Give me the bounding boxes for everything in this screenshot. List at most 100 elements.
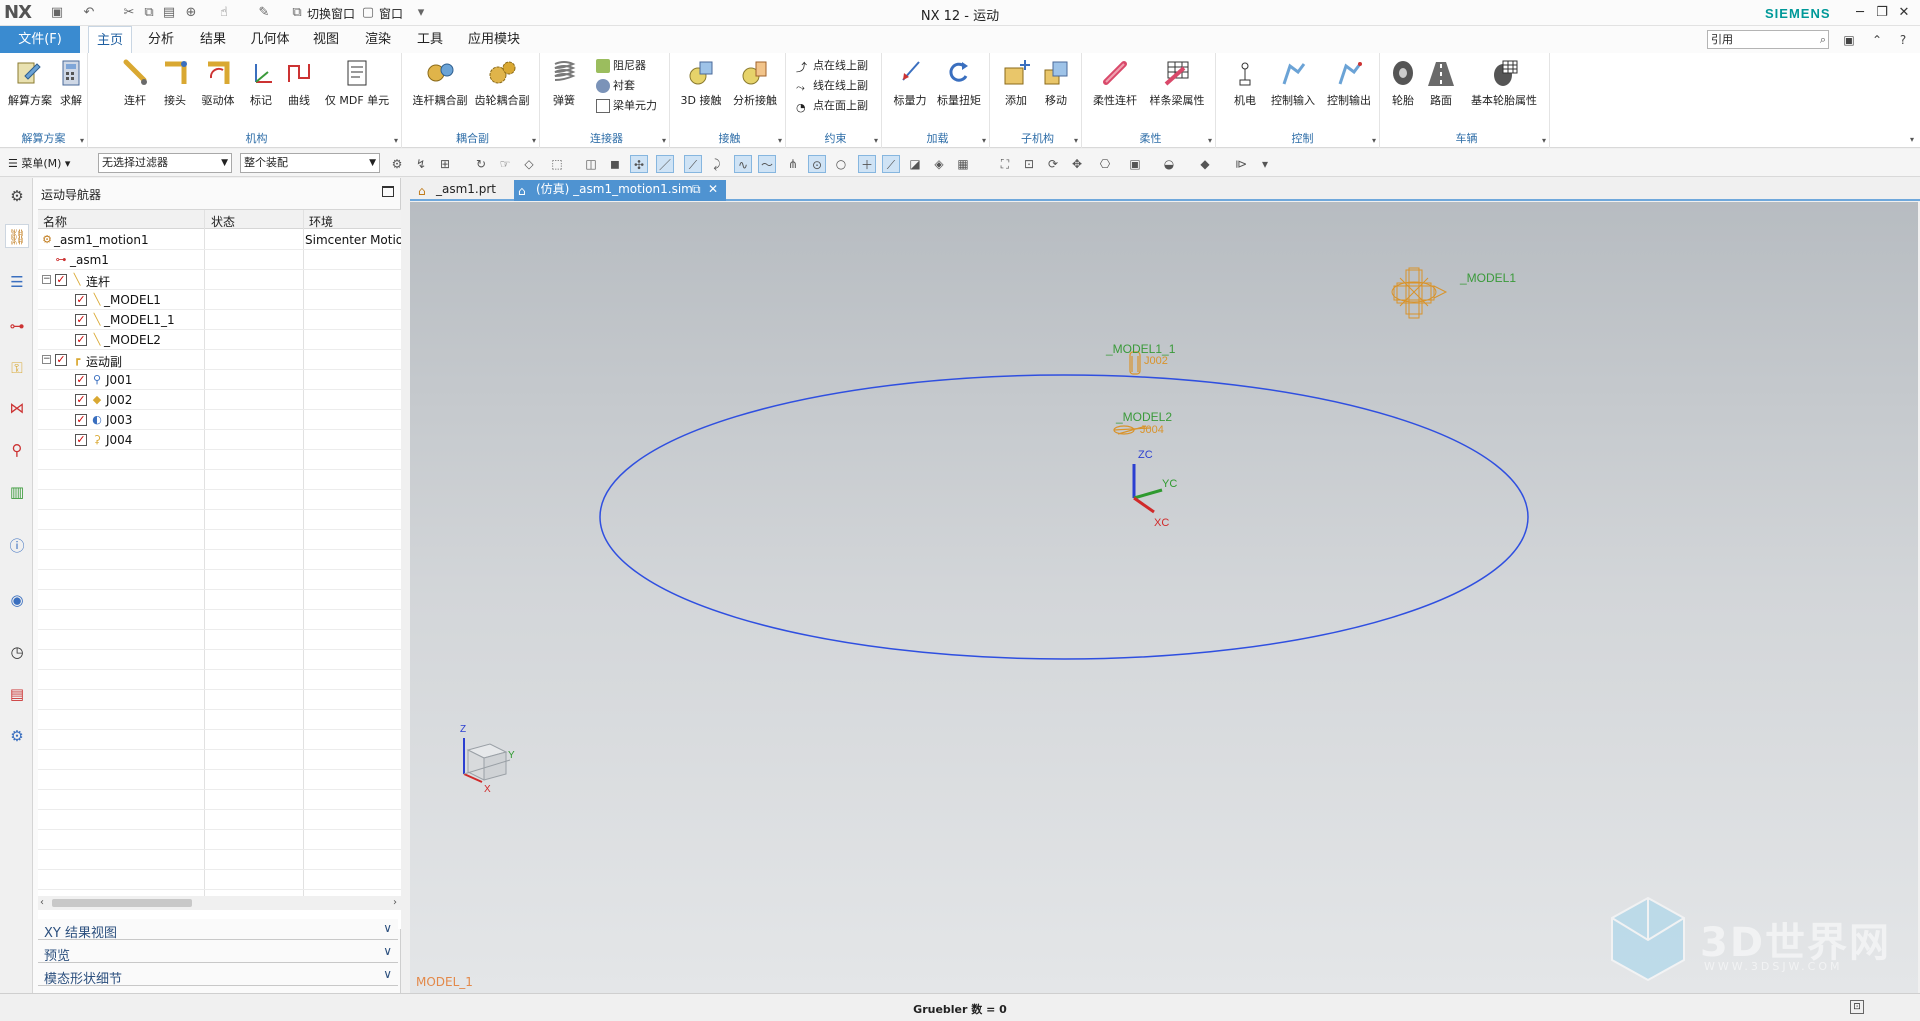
group-more-icon[interactable]: ▾: [778, 136, 782, 145]
lasso-select-icon[interactable]: ⬚: [548, 155, 566, 173]
part-navigator-icon[interactable]: ☰: [5, 270, 29, 294]
group-more-icon[interactable]: ▾: [874, 136, 878, 145]
curve-button[interactable]: 曲线: [284, 58, 314, 108]
collapse-icon[interactable]: −: [42, 275, 51, 284]
flexible-link-button[interactable]: 柔性连杆: [1090, 58, 1140, 108]
group-more-icon[interactable]: ▾: [394, 136, 398, 145]
link-button[interactable]: 连杆: [120, 58, 150, 108]
3d-contact-button[interactable]: 3D 接触: [678, 58, 724, 108]
window-icon[interactable]: ▢: [359, 4, 377, 22]
move-submechanism-button[interactable]: 移动: [1038, 58, 1074, 108]
view-cube-icon[interactable]: ◆: [1196, 155, 1214, 173]
point-on-surface-button[interactable]: ◔ 点在面上副: [796, 97, 868, 115]
table-row[interactable]: ⚙ _asm1_motion1 Simcenter Motion: [38, 230, 401, 250]
table-row[interactable]: − ✓ ╲ 连杆: [38, 270, 401, 290]
accordion-mode-shape[interactable]: 模态形状细节 ∨: [38, 965, 398, 987]
restore-button[interactable]: ❐: [1872, 3, 1892, 23]
mdf-element-button[interactable]: 仅 MDF 单元: [322, 58, 392, 108]
collapse-ribbon-icon[interactable]: ⌃: [1868, 31, 1886, 49]
tab-geometry[interactable]: 几何体: [244, 26, 296, 53]
constraint-navigator-icon[interactable]: ⚿: [5, 356, 29, 380]
show-hide-objects-icon[interactable]: ⧐: [1232, 155, 1250, 173]
snap-point-icon[interactable]: ✣: [630, 155, 648, 173]
bushing-button[interactable]: 衬套: [596, 77, 635, 95]
paste-icon[interactable]: ▤: [160, 4, 178, 22]
visibility-checkbox[interactable]: ✓: [75, 294, 87, 306]
control-input-button[interactable]: 控制输入: [1268, 58, 1318, 108]
visibility-checkbox[interactable]: ✓: [75, 434, 87, 446]
switch-window-button[interactable]: 切换窗口: [307, 5, 355, 22]
type-filter-select[interactable]: 无选择过滤器 ▼: [98, 153, 232, 173]
close-button[interactable]: ✕: [1894, 3, 1914, 23]
visibility-checkbox[interactable]: ✓: [75, 414, 87, 426]
solution-button[interactable]: 解算方案: [8, 58, 52, 108]
maximize-panel-icon[interactable]: [382, 186, 394, 197]
control-output-button[interactable]: 控制输出: [1324, 58, 1374, 108]
customize-quick-access-icon[interactable]: ▾: [412, 4, 430, 22]
table-row[interactable]: − ✓ ┏ 运动副: [38, 350, 401, 370]
palette-icon[interactable]: ▤: [5, 682, 29, 706]
role-icon[interactable]: ⚙: [5, 724, 29, 748]
driver-button[interactable]: 驱动体: [198, 58, 238, 108]
orient-view-icon[interactable]: ⎔: [1096, 155, 1114, 173]
damper-button[interactable]: 阻尼器: [596, 57, 646, 75]
horizontal-scrollbar[interactable]: ‹ ›: [38, 896, 401, 910]
table-row[interactable]: ✓ ⚳ J004: [38, 430, 401, 450]
point-on-curve-button[interactable]: ⤴ 点在线上副: [796, 57, 868, 75]
scalar-torque-button[interactable]: 标量扭矩: [934, 58, 984, 108]
group-more-icon[interactable]: ▾: [1372, 136, 1376, 145]
close-tab-icon[interactable]: ✕: [708, 180, 718, 199]
rectangle-select-icon[interactable]: ◇: [520, 155, 538, 173]
edit-section-icon[interactable]: ◒: [1160, 155, 1178, 173]
table-row[interactable]: ✓ ◆ J002: [38, 390, 401, 410]
history-clock-icon[interactable]: ◷: [5, 640, 29, 664]
scroll-left-icon[interactable]: ‹: [40, 896, 44, 910]
tab-results[interactable]: 结果: [192, 26, 234, 53]
show-hide-icon[interactable]: ⊞: [436, 155, 454, 173]
search-icon[interactable]: ⌕: [1820, 31, 1826, 48]
fit-view-icon[interactable]: ⛶: [996, 155, 1014, 173]
repeat-command-icon[interactable]: ⊕: [182, 4, 200, 22]
visibility-checkbox[interactable]: ✓: [75, 334, 87, 346]
linkage-coupler-button[interactable]: 连杆耦合副: [412, 58, 468, 108]
model1-wireframe[interactable]: [1391, 267, 1448, 319]
wcs-triad[interactable]: [1132, 464, 1163, 514]
table-row[interactable]: ✓ ╲ _MODEL1_1: [38, 310, 401, 330]
accordion-preview[interactable]: 预览 ∨: [38, 942, 398, 964]
ribbon-options-icon[interactable]: ▾: [1910, 135, 1914, 144]
tire-property-button[interactable]: 基本轮胎属性: [1464, 58, 1544, 108]
general-selection-icon[interactable]: ⚙: [388, 155, 406, 173]
table-row[interactable]: ✓ ╲ _MODEL2: [38, 330, 401, 350]
settings-gear-icon[interactable]: ⚙: [5, 184, 29, 208]
tab-motion-sim[interactable]: ⌂ (仿真) _asm1_motion1.sim ⧉ ✕: [514, 180, 726, 201]
curve-on-curve-button[interactable]: ⤳ 线在线上副: [796, 77, 868, 95]
grid-snap-icon[interactable]: ▦: [954, 155, 972, 173]
group-more-icon[interactable]: ▾: [1542, 136, 1546, 145]
reuse-library-icon[interactable]: ⋈: [5, 396, 29, 420]
pan-view-icon[interactable]: ✥: [1068, 155, 1086, 173]
touch-mode-icon[interactable]: ☝: [215, 4, 233, 22]
column-header-status[interactable]: 状态: [211, 213, 235, 230]
point-on-curve-snap-icon[interactable]: ⟋: [882, 155, 900, 173]
table-row[interactable]: ✓ ◐ J003: [38, 410, 401, 430]
curve-snap-icon[interactable]: ⤸: [708, 155, 726, 173]
zoom-icon[interactable]: ⊡: [1020, 155, 1038, 173]
spring-button[interactable]: 弹簧: [548, 58, 580, 108]
analysis-contact-button[interactable]: 分析接触: [730, 58, 780, 108]
select-all-icon[interactable]: ☞: [496, 155, 514, 173]
scalar-force-button[interactable]: 标量力: [890, 58, 930, 108]
table-row[interactable]: ✓ ╲ _MODEL1: [38, 290, 401, 310]
rotate-view-icon[interactable]: ⟳: [1044, 155, 1062, 173]
quadrant-snap-icon[interactable]: ○: [832, 155, 850, 173]
collapse-icon[interactable]: −: [42, 355, 51, 364]
help-icon[interactable]: ?: [1894, 31, 1912, 49]
tab-asm1-prt[interactable]: ⌂ _asm1.prt: [414, 180, 512, 201]
visibility-checkbox[interactable]: ✓: [55, 274, 67, 286]
deselect-icon[interactable]: ↻: [472, 155, 490, 173]
web-browser-icon[interactable]: ◉: [5, 588, 29, 612]
tab-analysis[interactable]: 分析: [140, 26, 182, 53]
intersection-snap-icon[interactable]: ⋔: [784, 155, 802, 173]
spline-snap-icon[interactable]: 〜: [758, 155, 776, 173]
window-menu-button[interactable]: 窗口: [379, 5, 403, 22]
road-button[interactable]: 路面: [1426, 58, 1456, 108]
